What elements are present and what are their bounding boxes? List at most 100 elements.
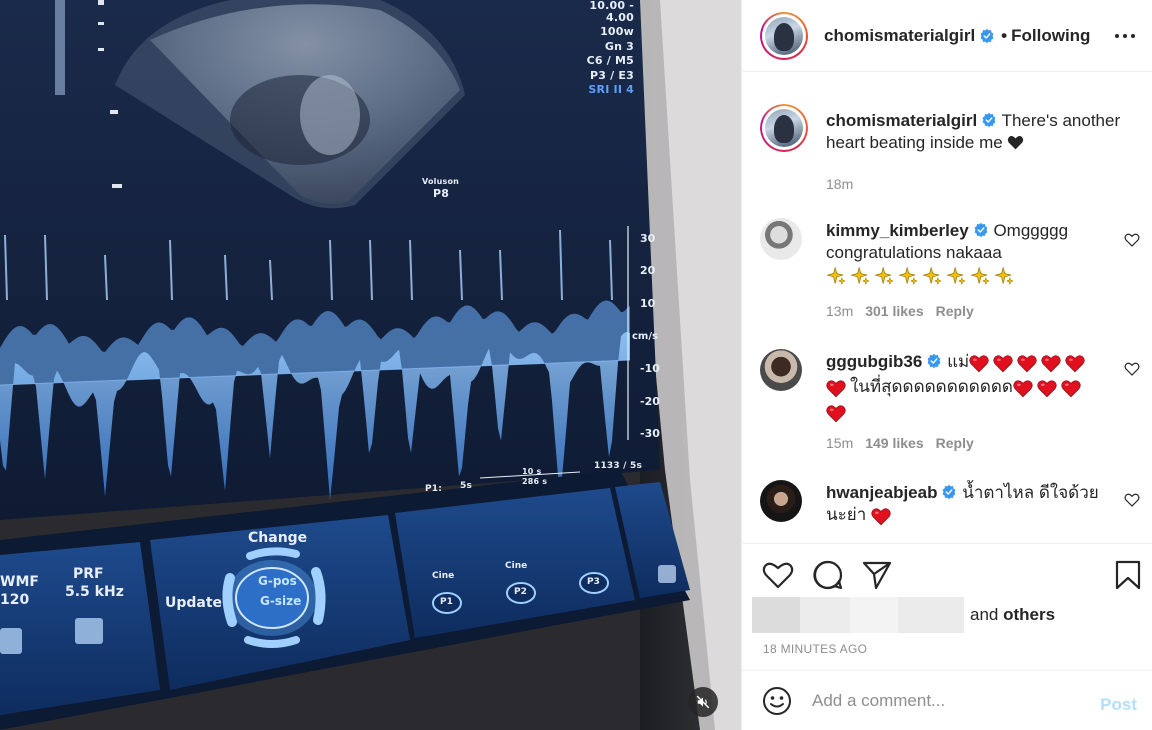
more-dot-icon <box>1115 34 1119 38</box>
commenter-avatar[interactable] <box>760 349 802 391</box>
red-heart-icon <box>826 405 846 423</box>
more-dot-icon <box>1123 34 1127 38</box>
us-scale-unit: cm/s <box>632 331 658 342</box>
red-hearts-emoji-row <box>1013 379 1085 401</box>
us-probe-preset: P8 <box>433 187 450 200</box>
comment-meta: 13m 301 likes Reply <box>826 303 986 319</box>
us-panel-wmf: WMF <box>0 574 39 590</box>
liked-by-text: and others <box>970 605 1055 625</box>
us-panel-prf: PRF <box>73 566 104 582</box>
mute-toggle-button[interactable] <box>688 687 718 717</box>
red-heart-icon <box>1017 355 1037 373</box>
sparkles-icon <box>946 266 966 286</box>
caption-time[interactable]: 18m <box>826 176 853 192</box>
share-paper-plane-icon[interactable] <box>861 559 893 591</box>
post-timestamp[interactable]: 18 MINUTES AGO <box>763 642 867 656</box>
us-scale-neg30: -30 <box>640 427 660 440</box>
us-panel-p1: P1 <box>440 597 453 607</box>
speaker-muted-icon <box>696 695 710 709</box>
emoji-smiley-icon[interactable] <box>762 686 792 716</box>
likes-summary: and others <box>752 597 1055 633</box>
us-param-sri: SRI II 4 <box>588 83 634 97</box>
comment-like-heart-icon[interactable] <box>1124 232 1140 248</box>
comment-bubble-icon[interactable] <box>812 559 844 591</box>
us-panel-gpos: G-pos <box>258 574 297 588</box>
us-probe-label: Voluson <box>422 177 460 186</box>
comment-username[interactable]: kimmy_kimberley <box>826 221 969 240</box>
us-footer-time-top: 10 s <box>522 467 542 476</box>
us-param-p: P3 / E3 <box>590 68 634 82</box>
comment-likes[interactable]: 149 likes <box>865 435 923 451</box>
verified-badge-icon <box>974 222 988 238</box>
red-heart-icon <box>969 355 989 373</box>
red-heart-icon <box>871 508 891 526</box>
comment-input[interactable] <box>812 690 1082 711</box>
comment-username[interactable]: hwanjeabjeab <box>826 483 937 502</box>
author-avatar-ring[interactable] <box>760 11 808 60</box>
us-footer-speed: 5s <box>460 481 473 491</box>
comment-body-part2: ในที่สุดดดดดดดดดดด <box>850 377 1013 396</box>
sparkles-icon <box>994 266 1014 286</box>
caption-avatar-ring[interactable] <box>760 104 808 152</box>
save-bookmark-icon[interactable] <box>1112 559 1144 591</box>
us-param-depth: 10.00 - 4.00 <box>589 0 634 24</box>
us-footer-right: 1133 / 5s <box>594 461 643 471</box>
verified-badge-icon <box>982 112 996 128</box>
reply-button[interactable]: Reply <box>936 435 974 451</box>
us-scale-neg20: -20 <box>640 395 660 408</box>
reply-button[interactable]: Reply <box>936 303 974 319</box>
sparkles-icon <box>898 266 918 286</box>
us-panel-change: Change <box>248 530 308 546</box>
others-link[interactable]: others <box>1003 605 1055 624</box>
post-sidebar: chomismaterialgirl • Following chomismat… <box>741 0 1152 730</box>
us-scale-30: 30 <box>640 232 656 245</box>
sparkles-icon <box>922 266 942 286</box>
red-heart-icon <box>1061 380 1081 398</box>
us-param-gain: Gn 3 <box>604 39 634 53</box>
comment-like-heart-icon[interactable] <box>1124 361 1140 377</box>
ultrasound-scene <box>0 0 741 730</box>
comment-time[interactable]: 15m <box>826 435 853 451</box>
comment-likes[interactable]: 301 likes <box>865 303 923 319</box>
red-heart-emoji <box>826 379 850 401</box>
post-media-video[interactable]: 10.00 - 4.00 100ԝ Gn 3 C6 / M5 P3 / E3 S… <box>0 0 741 730</box>
comment-text: gggubgib36 แม่ ในที่สุดดดดดดดดดดด <box>826 351 1116 426</box>
us-param-c: C6 / M5 <box>586 54 634 68</box>
us-scale-neg10: -10 <box>640 362 660 375</box>
caption-text: chomismaterialgirl There's another heart… <box>826 110 1126 154</box>
comment-username[interactable]: gggubgib36 <box>826 352 922 371</box>
red-hearts-emoji-row <box>969 354 1089 376</box>
add-comment-bar: Post <box>742 670 1152 730</box>
like-heart-icon[interactable] <box>762 559 794 591</box>
commenter-avatar[interactable] <box>760 218 802 260</box>
us-scale-20: 20 <box>640 264 656 277</box>
commenter-avatar[interactable] <box>760 480 802 522</box>
red-heart-icon <box>1065 355 1085 373</box>
red-heart-icon <box>1037 380 1057 398</box>
liked-by-avatars-blurred[interactable] <box>752 597 964 633</box>
author-username[interactable]: chomismaterialgirl <box>824 26 975 46</box>
header-separator: • <box>1001 25 1008 45</box>
us-footer-left: P1: <box>425 484 443 494</box>
sparkles-emoji-row <box>826 266 1116 289</box>
caption-avatar <box>765 109 803 147</box>
us-panel-prf-value: 5.5 kHz <box>65 584 124 600</box>
post-comment-button[interactable]: Post <box>1100 695 1137 715</box>
caption-username[interactable]: chomismaterialgirl <box>826 111 977 130</box>
red-heart-emoji <box>871 507 895 529</box>
comment-like-heart-icon[interactable] <box>1124 492 1140 508</box>
more-options-button[interactable] <box>1115 26 1135 46</box>
red-heart-emoji <box>826 404 850 426</box>
us-panel-cine2: Cine <box>505 561 528 571</box>
comment-time[interactable]: 13m <box>826 303 853 319</box>
more-dot-icon <box>1131 34 1135 38</box>
comments-list[interactable]: chomismaterialgirl There's another heart… <box>742 72 1152 544</box>
following-button[interactable]: Following <box>1011 26 1090 46</box>
sparkles-icon <box>970 266 990 286</box>
verified-badge-icon <box>980 28 994 43</box>
verified-badge-icon <box>943 484 956 500</box>
red-heart-icon <box>993 355 1013 373</box>
red-heart-icon <box>1041 355 1061 373</box>
us-panel-p3: P3 <box>587 577 600 587</box>
sparkles-icon <box>874 266 894 286</box>
